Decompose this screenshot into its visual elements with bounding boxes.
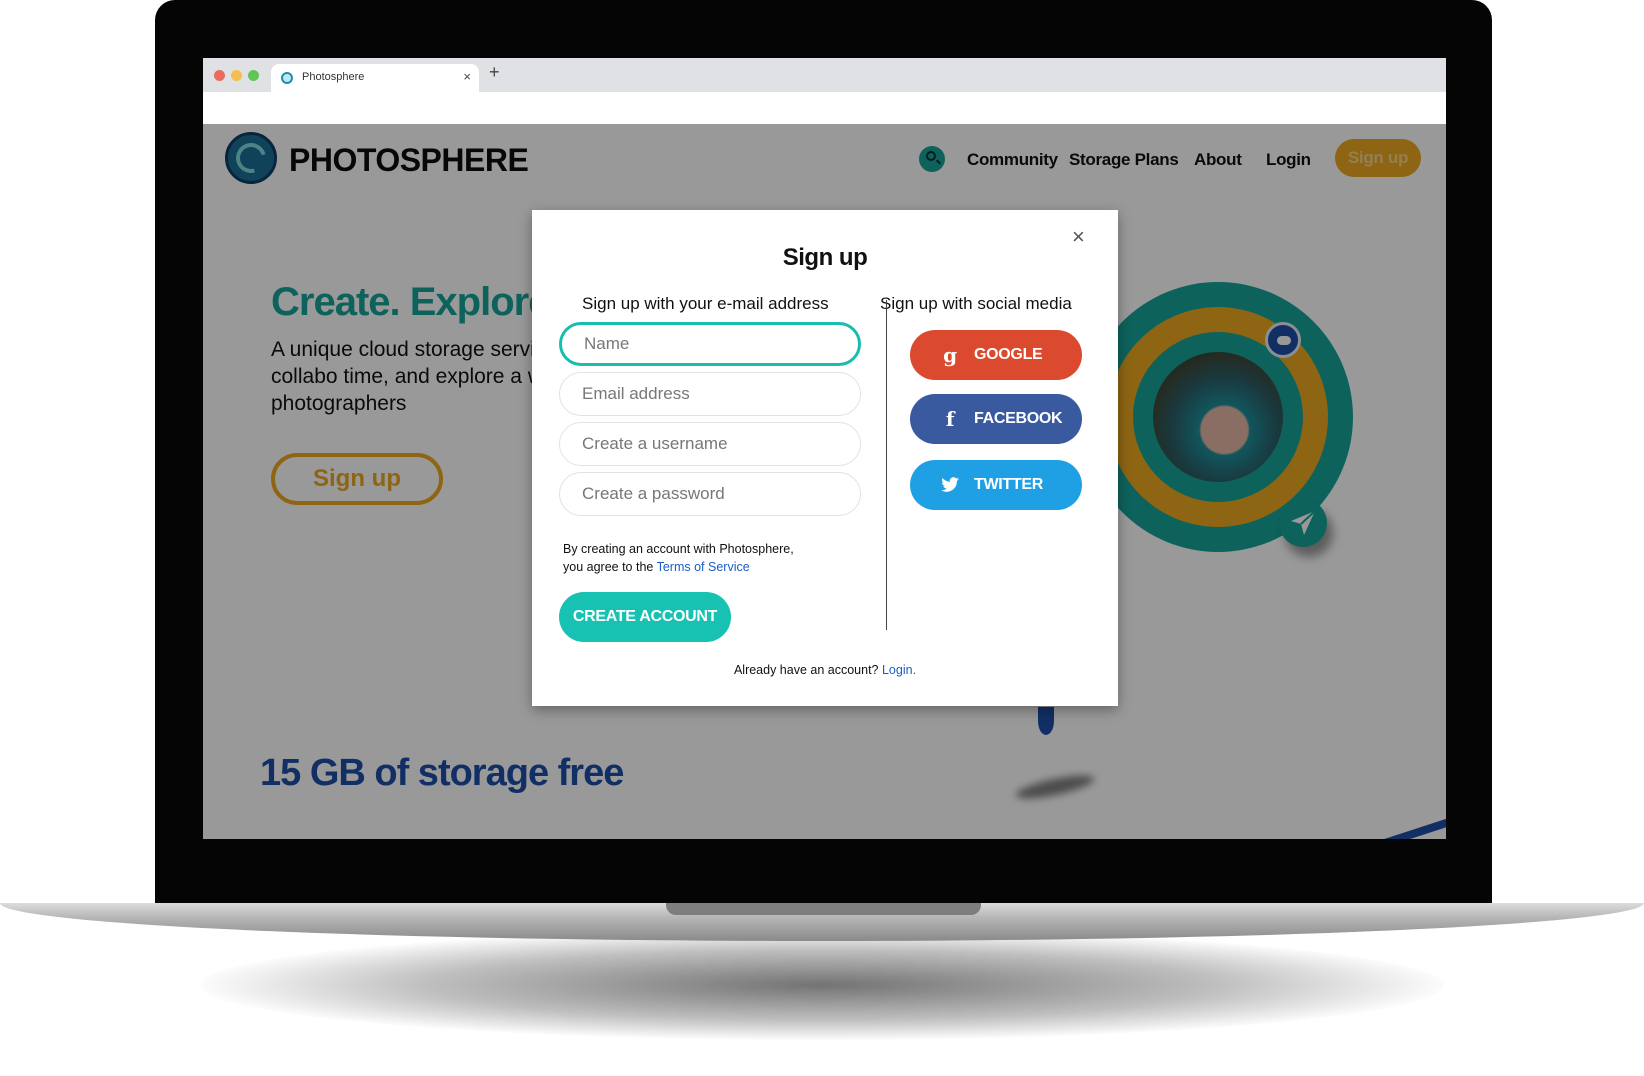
window-minimize-dot[interactable] xyxy=(231,70,242,81)
google-icon: g xyxy=(943,343,957,367)
google-signup-button[interactable]: g GOOGLE xyxy=(910,330,1082,380)
tab-close-icon[interactable]: × xyxy=(463,69,471,84)
new-tab-button[interactable]: + xyxy=(489,62,500,83)
facebook-icon: f xyxy=(945,407,955,431)
web-page: PHOTOSPHERE Community Storage Plans Abou… xyxy=(203,124,1446,839)
email-field[interactable] xyxy=(559,372,861,416)
facebook-signup-button[interactable]: f FACEBOOK xyxy=(910,394,1082,444)
password-field[interactable] xyxy=(559,472,861,516)
facebook-label: FACEBOOK xyxy=(974,410,1063,427)
login-prompt-text: Already have an account? xyxy=(733,663,879,677)
favicon-icon xyxy=(281,72,293,84)
terms-notice: By creating an account with Photosphere,… xyxy=(563,540,794,576)
twitter-signup-button[interactable]: TWITTER xyxy=(910,460,1082,510)
login-link[interactable]: Login. xyxy=(882,663,916,677)
browser-tab-bar: Photosphere × + xyxy=(203,58,1446,92)
window-close-dot[interactable] xyxy=(214,70,225,81)
social-signup-heading: Sign up with social media xyxy=(880,294,1072,313)
google-label: GOOGLE xyxy=(974,346,1043,363)
laptop-shadow xyxy=(200,930,1444,1040)
window-maximize-dot[interactable] xyxy=(248,70,259,81)
browser-tab[interactable]: Photosphere × xyxy=(271,64,479,92)
username-field[interactable] xyxy=(559,422,861,466)
login-prompt: Already have an account? Login. xyxy=(532,663,1118,677)
modal-title: Sign up xyxy=(782,244,868,271)
terms-text-line1: By creating an account with Photosphere, xyxy=(563,542,794,556)
name-field[interactable] xyxy=(559,322,861,366)
laptop-notch xyxy=(666,903,981,915)
create-account-button[interactable]: CREATE ACCOUNT xyxy=(559,592,731,642)
signup-modal: × Sign up Sign up with your e-mail addre… xyxy=(532,210,1118,706)
laptop-mockup: Photosphere × + PHOTOSPHERE Community St… xyxy=(0,0,1644,1076)
tab-title: Photosphere xyxy=(302,71,365,83)
terms-of-service-link[interactable]: Terms of Service xyxy=(657,560,750,574)
column-divider xyxy=(886,300,887,630)
terms-text-line2: you agree to the xyxy=(563,560,654,574)
browser-window: Photosphere × + PHOTOSPHERE Community St… xyxy=(203,58,1446,839)
twitter-icon xyxy=(940,460,960,512)
browser-toolbar xyxy=(203,92,1446,124)
email-signup-heading: Sign up with your e-mail address xyxy=(582,294,829,313)
twitter-label: TWITTER xyxy=(974,476,1043,493)
